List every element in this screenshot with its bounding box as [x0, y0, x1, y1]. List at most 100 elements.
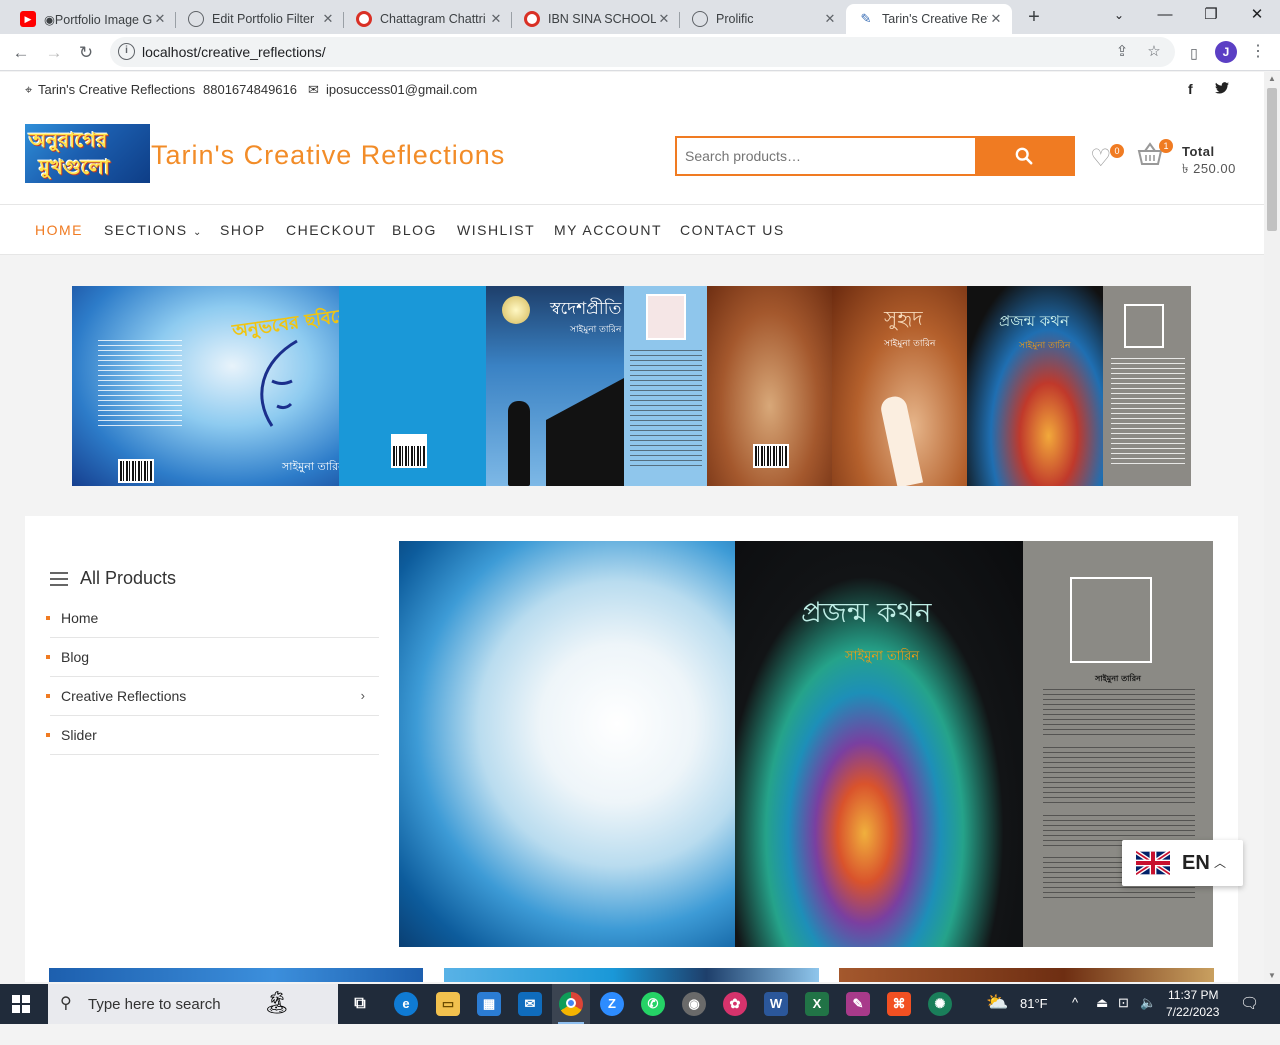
flap-text-block: [630, 350, 702, 470]
barcode: [118, 459, 154, 483]
media-player-icon[interactable]: ◉: [682, 992, 706, 1016]
twitter-icon[interactable]: [1215, 81, 1229, 97]
windows-start-icon[interactable]: [12, 995, 30, 1013]
close-icon[interactable]: ✕: [822, 11, 838, 27]
hero-slider-image[interactable]: প্রজন্ম কথন সাইমুনা তারিন সাইমুনা তারিন: [399, 541, 1213, 947]
forward-button[interactable]: →: [41, 40, 67, 66]
moon-icon: [502, 296, 530, 324]
page-scrollbar[interactable]: ▲ ▼: [1264, 72, 1280, 982]
scroll-up-icon[interactable]: ▲: [1268, 74, 1276, 83]
cart-button[interactable]: 1: [1136, 139, 1173, 173]
browser-tab-active[interactable]: ✎ Tarin's Creative Refl ✕: [846, 4, 1012, 34]
hero-back-cover-clouds: [399, 541, 735, 947]
close-icon[interactable]: ✕: [152, 11, 168, 27]
zoom-icon[interactable]: Z: [600, 992, 624, 1016]
browser-tab[interactable]: ▶ ◉Portfolio Image G ✕: [8, 4, 176, 34]
book-cover-2-flap: [624, 286, 707, 486]
side-panel-icon[interactable]: ▯: [1181, 40, 1207, 66]
tab-search-button[interactable]: ⌄: [1096, 0, 1142, 30]
email-text[interactable]: iposuccess01@gmail.com: [326, 82, 477, 97]
category-item-slider[interactable]: Slider: [46, 716, 379, 755]
product-thumb-3[interactable]: [839, 968, 1214, 982]
logo-line-2: মুখগুলো: [39, 155, 110, 179]
nav-sections[interactable]: SECTIONS ⌄: [104, 222, 203, 238]
restore-button[interactable]: ❐: [1188, 0, 1234, 30]
category-item-creative-reflections[interactable]: Creative Reflections ›: [46, 677, 379, 716]
office-icon[interactable]: ⌘: [887, 992, 911, 1016]
nav-my-account[interactable]: MY ACCOUNT: [554, 222, 662, 238]
tab-title: Chattagram Chattri: [380, 12, 486, 26]
category-item-blog[interactable]: Blog: [46, 638, 379, 677]
window-close-button[interactable]: ✕: [1234, 0, 1280, 30]
address-bar-row: ← → ↻ i localhost/creative_reflections/ …: [0, 34, 1280, 71]
scroll-down-icon[interactable]: ▼: [1268, 971, 1276, 980]
clock-date[interactable]: 7/22/2023: [1166, 1005, 1219, 1045]
bookmark-star-icon[interactable]: ☆: [1144, 42, 1164, 62]
mail-icon[interactable]: ✉: [518, 992, 542, 1016]
nav-wishlist[interactable]: WISHLIST: [457, 222, 535, 238]
book-cover-banner[interactable]: অনুভবের ছবিরেখা সাইমুনা তারিন স্বদেশপ্রী…: [72, 286, 1191, 486]
nav-checkout[interactable]: CHECKOUT: [286, 222, 377, 238]
category-heading-text: All Products: [80, 568, 177, 588]
category-item-home[interactable]: Home: [46, 599, 379, 638]
product-thumb-2[interactable]: [444, 968, 819, 982]
menu-icon[interactable]: ⋮: [1250, 41, 1266, 61]
task-view-icon[interactable]: ⧉: [348, 992, 372, 1016]
hero-back-author: সাইমুনা তারিন: [1095, 674, 1141, 683]
target-icon: [356, 11, 372, 27]
network-icon[interactable]: ⊡: [1118, 995, 1129, 1035]
url-bar[interactable]: i localhost/creative_reflections/ ⇪ ☆: [110, 37, 1175, 67]
weather-icon[interactable]: ⛅: [986, 992, 1008, 1032]
search-input[interactable]: [685, 146, 965, 166]
wishlist-button[interactable]: ♡ 0: [1090, 144, 1124, 173]
notifications-icon[interactable]: 🗨: [1240, 994, 1259, 1034]
new-tab-button[interactable]: +: [1022, 6, 1046, 30]
taskbar-search[interactable]: ⚲ Type here to search 🏝: [48, 984, 338, 1024]
search-button[interactable]: [975, 136, 1075, 176]
person-silhouette: [508, 401, 530, 486]
word-icon[interactable]: W: [764, 992, 788, 1016]
close-icon[interactable]: ✕: [656, 11, 672, 27]
close-icon[interactable]: ✕: [320, 11, 336, 27]
nav-shop[interactable]: SHOP: [220, 222, 266, 238]
nav-contact-us[interactable]: CONTACT US: [680, 222, 785, 238]
back-button[interactable]: ←: [8, 40, 34, 66]
file-explorer-icon[interactable]: ▭: [436, 992, 460, 1016]
paint-icon[interactable]: ✎: [846, 992, 870, 1016]
tray-expand-icon[interactable]: ^: [1072, 995, 1078, 1035]
chatgpt-icon[interactable]: ✺: [928, 992, 952, 1016]
excel-icon[interactable]: X: [805, 992, 829, 1016]
top-info-bar: ⌖ Tarin's Creative Reflections 880167484…: [0, 72, 1264, 106]
share-icon[interactable]: ⇪: [1112, 42, 1132, 62]
edge-icon[interactable]: e: [394, 992, 418, 1016]
browser-tab[interactable]: Chattagram Chattri ✕: [344, 4, 512, 34]
info-icon[interactable]: i: [118, 43, 135, 60]
volume-icon[interactable]: 🔈: [1140, 995, 1156, 1035]
browser-tab[interactable]: Edit Portfolio Filter ✕: [176, 4, 344, 34]
scrollbar-thumb[interactable]: [1267, 88, 1277, 231]
site-title[interactable]: Tarin's Creative Reflections: [151, 140, 505, 171]
url-text[interactable]: localhost/creative_reflections/: [142, 44, 326, 60]
language-switcher[interactable]: EN ︿: [1122, 840, 1243, 886]
whatsapp-icon[interactable]: ✆: [641, 992, 665, 1016]
hero-book-title: প্রজন্ম কথন: [801, 596, 932, 629]
category-list: Home Blog Creative Reflections › Slider: [46, 599, 379, 755]
nav-blog[interactable]: BLOG: [392, 222, 437, 238]
minimize-button[interactable]: —: [1142, 0, 1188, 30]
profile-avatar[interactable]: J: [1215, 41, 1237, 63]
usb-icon[interactable]: ⏏: [1096, 995, 1108, 1035]
close-icon[interactable]: ✕: [988, 11, 1004, 27]
facebook-icon[interactable]: f: [1188, 81, 1193, 97]
browser-tab[interactable]: IBN SINA SCHOOL ✕: [512, 4, 680, 34]
site-logo[interactable]: অনুরাগের মুখগুলো: [25, 124, 150, 183]
product-thumb-1[interactable]: [49, 968, 423, 982]
chrome-icon[interactable]: [559, 992, 583, 1016]
pen-icon: ✎: [860, 11, 872, 26]
close-icon[interactable]: ✕: [488, 11, 504, 27]
reload-button[interactable]: ↻: [73, 40, 99, 66]
nav-home[interactable]: HOME: [35, 222, 83, 238]
flower-app-icon[interactable]: ✿: [723, 992, 747, 1016]
browser-tab[interactable]: Prolific ✕: [680, 4, 846, 34]
microsoft-store-icon[interactable]: ▦: [477, 992, 501, 1016]
back-cover-text-block: [1111, 358, 1185, 468]
